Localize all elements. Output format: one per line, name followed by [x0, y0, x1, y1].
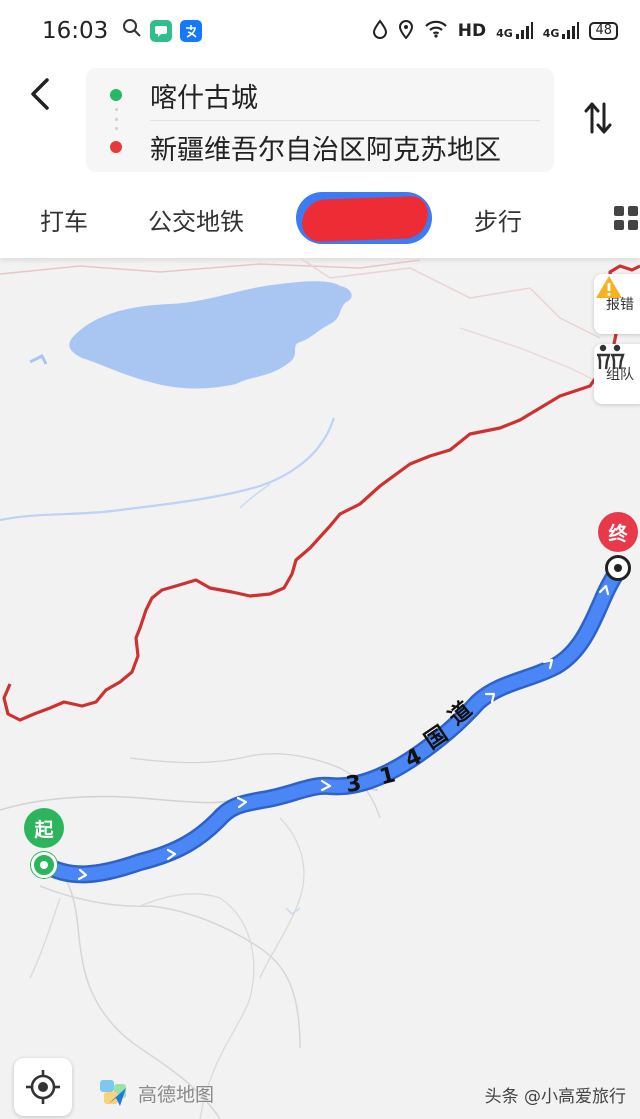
destination-row[interactable]: 新疆维吾尔自治区阿克苏地区 [86, 122, 554, 172]
status-time: 16:03 [42, 18, 109, 44]
status-system-icons: HD 4G 4G 48 [372, 18, 618, 44]
tab-taxi[interactable]: 打车 [40, 180, 88, 258]
report-error-button[interactable]: 报错 [594, 274, 640, 334]
swap-route-button[interactable] [576, 96, 620, 140]
location-pin-icon [398, 19, 414, 44]
end-marker[interactable]: 终 [598, 512, 638, 552]
more-tabs-button[interactable] [612, 204, 640, 232]
tab-selected[interactable] [296, 192, 432, 244]
destination-dot-icon [110, 141, 122, 153]
start-marker[interactable]: 起 [24, 808, 64, 848]
origin-row[interactable]: 喀什古城 [86, 70, 554, 120]
message-app-icon [150, 20, 173, 42]
travel-mode-tabs: 打车 公交地铁 步行 [0, 180, 640, 258]
map-canvas [0, 258, 640, 1119]
locate-me-button[interactable] [14, 1058, 72, 1116]
crosshair-icon [26, 1070, 60, 1104]
brand-name: 高德地图 [138, 1083, 215, 1106]
destination-text: 新疆维吾尔自治区阿克苏地区 [150, 134, 501, 166]
battery-indicator: 48 [589, 22, 618, 40]
warning-icon [596, 276, 622, 298]
watermark: 头条 @小高爱旅行 [484, 1087, 626, 1107]
start-point-icon [31, 852, 57, 878]
lake-shape [69, 281, 352, 389]
tab-walk[interactable]: 步行 [474, 180, 522, 258]
route-card: 喀什古城 新疆维吾尔自治区阿克苏地区 [86, 68, 554, 172]
signal-4g-1: 4G [496, 22, 533, 40]
chevron-left-icon [31, 78, 49, 110]
back-button[interactable] [22, 76, 58, 112]
water-drop-icon [372, 18, 388, 44]
team-button[interactable]: 组队 [594, 344, 640, 404]
signal-4g-2: 4G [543, 22, 580, 40]
origin-text: 喀什古城 [150, 82, 258, 114]
map-view[interactable]: 3 1 4 国 道 终 起 报错 组队 [0, 258, 640, 1119]
origin-dot-icon [110, 89, 122, 101]
route-line [35, 557, 629, 884]
road-char: 3 [344, 771, 363, 798]
redaction-mark [301, 195, 429, 243]
hd-indicator: HD [457, 21, 487, 41]
search-icon [122, 18, 142, 44]
wifi-icon [424, 20, 448, 43]
route-divider [150, 120, 540, 121]
brand-logo: 高德地图 [98, 1078, 214, 1108]
team-icon [597, 344, 625, 370]
end-point-icon [605, 555, 631, 581]
route-header: 喀什古城 新疆维吾尔自治区阿克苏地区 [0, 62, 640, 180]
swap-arrows-icon [584, 102, 612, 134]
tab-transit[interactable]: 公交地铁 [148, 180, 244, 258]
status-bar: 16:03 HD 4G 4G 48 [0, 0, 640, 62]
alipay-app-icon [180, 20, 203, 42]
amap-logo-icon [100, 1080, 126, 1106]
grid-icon [614, 206, 638, 230]
status-notification-icons [122, 18, 203, 44]
